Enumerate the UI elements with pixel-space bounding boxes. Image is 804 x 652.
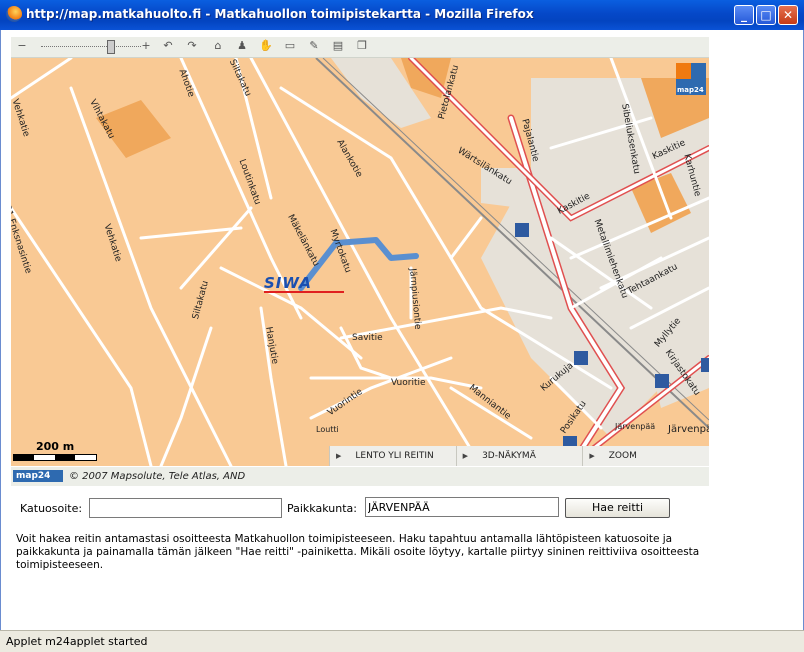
triangle-right-icon: ▶ xyxy=(336,452,342,460)
fly-route-label: LENTO YLI REITIN xyxy=(355,451,434,461)
fuel-station-icon xyxy=(515,223,529,237)
zoom-button[interactable]: ▶ ZOOM xyxy=(582,446,709,466)
measure-icon[interactable]: ▭ xyxy=(283,39,297,53)
window-icon[interactable]: ❐ xyxy=(355,39,369,53)
map24-footer-logo[interactable]: map24 xyxy=(13,470,63,482)
street-address-input[interactable] xyxy=(89,498,282,518)
home-icon[interactable]: ⌂ xyxy=(211,39,225,53)
scale-bar xyxy=(13,454,97,461)
street-label: Vuoritie xyxy=(391,378,426,388)
triangle-right-icon: ▶ xyxy=(462,452,469,460)
street-label: Järvenpää xyxy=(615,422,656,431)
zoom-slider-thumb[interactable] xyxy=(107,40,115,54)
street-label: Loutti xyxy=(316,425,339,434)
undo-icon[interactable]: ↶ xyxy=(161,39,175,53)
close-button[interactable]: ✕ xyxy=(778,5,798,25)
print-icon[interactable]: ▤ xyxy=(331,39,345,53)
parking-icon xyxy=(574,351,588,365)
fly-route-button[interactable]: ▶ LENTO YLI REITIN xyxy=(329,446,456,466)
redo-icon[interactable]: ↷ xyxy=(185,39,199,53)
scale-label: 200 m xyxy=(36,440,75,453)
zoom-in-button[interactable]: + xyxy=(139,39,153,53)
siwa-logo: SIWA xyxy=(264,274,313,292)
window-titlebar[interactable]: http://map.matkahuolto.fi - Matkahuollon… xyxy=(0,0,804,31)
parking-icon xyxy=(655,374,669,388)
window-title: http://map.matkahuolto.fi - Matkahuollon… xyxy=(26,7,534,21)
street-address-label: Katuosoite: xyxy=(20,502,83,515)
triangle-right-icon: ▶ xyxy=(589,452,595,460)
zoom-out-button[interactable]: − xyxy=(15,39,29,53)
zoom-label: ZOOM xyxy=(608,451,637,461)
3d-view-button[interactable]: ▶ 3D-NÄKYMÄ xyxy=(455,446,583,466)
pin-icon[interactable]: ♟ xyxy=(235,39,249,53)
map24-logo-text: map24 xyxy=(677,86,704,94)
copyright-text: © 2007 Mapsolute, Tele Atlas, AND xyxy=(69,471,246,482)
map-action-bar: ▶ LENTO YLI REITIN ▶ 3D-NÄKYMÄ ▶ ZOOM xyxy=(329,446,709,466)
city-label: Paikkakunta: xyxy=(287,502,357,515)
street-label: Järvenpää xyxy=(668,424,709,435)
3d-view-label: 3D-NÄKYMÄ xyxy=(482,451,536,461)
map-canvas[interactable]: Vehkatie Vihtakatu Siltakatu Ahotie Alan… xyxy=(11,58,709,466)
street-label: Savitie xyxy=(352,333,383,343)
instructions-text: Voit hakea reitin antamastasi osoitteest… xyxy=(16,533,700,571)
search-route-button[interactable]: Hae reitti xyxy=(565,498,670,518)
draw-icon[interactable]: ✎ xyxy=(307,39,321,53)
status-bar: Applet m24applet started xyxy=(0,630,804,652)
siwa-store-marker[interactable]: SIWA xyxy=(264,274,344,293)
status-text: Applet m24applet started xyxy=(6,635,148,648)
minimize-button[interactable]: _ xyxy=(734,5,754,25)
zoom-slider[interactable] xyxy=(41,46,141,47)
firefox-icon xyxy=(6,6,22,22)
city-input[interactable] xyxy=(365,497,559,517)
hand-pan-icon[interactable]: ✋ xyxy=(259,39,273,53)
map-toolbar: − + ↶ ↷ ⌂ ♟ ✋ ▭ ✎ ▤ ❐ xyxy=(11,37,709,58)
map-footer: map24 © 2007 Mapsolute, Tele Atlas, AND xyxy=(11,467,709,486)
maximize-button[interactable]: □ xyxy=(756,5,776,25)
map24-logo[interactable]: map24 xyxy=(676,63,706,95)
